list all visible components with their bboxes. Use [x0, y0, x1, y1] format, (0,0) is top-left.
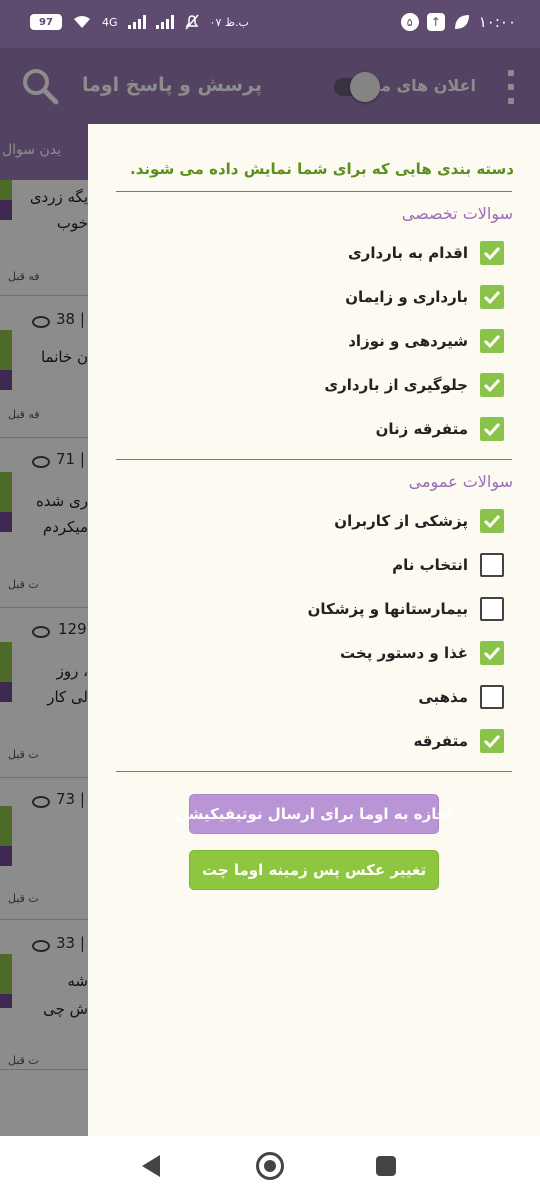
back-triangle-icon[interactable] [142, 1155, 160, 1177]
system-nav-bar [0, 1136, 540, 1200]
check-icon [483, 378, 501, 393]
signal-icon [127, 15, 146, 29]
category-drawer: دسته بندی هایی که برای شما نمایش داده می… [88, 124, 540, 1136]
wifi-icon [74, 16, 90, 28]
check-icon [483, 514, 501, 529]
checkbox[interactable] [480, 509, 504, 533]
status-bar: 97 4G ۰۷ ب.ظ ۵ ↑ ۱۰:۰۰ [0, 0, 540, 48]
category-checkbox-row[interactable]: پزشکی از کاربران [334, 505, 504, 537]
leaf-icon [454, 15, 469, 29]
checkbox[interactable] [480, 373, 504, 397]
checkbox-label: مذهبی [418, 688, 468, 706]
checkbox[interactable] [480, 597, 504, 621]
checkbox-label: شیردهی و نوزاد [348, 332, 468, 350]
allow-notification-button[interactable]: اجازه به اوما برای ارسال نوتیفیکیشن [175, 794, 453, 834]
battery-level: 97 [39, 16, 53, 28]
checkbox-label: بارداری و زایمان [345, 288, 468, 306]
check-icon [483, 422, 501, 437]
small-time: ۰۷ ب.ظ [209, 15, 249, 29]
home-circle-icon[interactable] [256, 1152, 284, 1180]
category-checkbox-row[interactable]: جلوگیری از بارداری [324, 369, 504, 401]
checkbox[interactable] [480, 553, 504, 577]
badge-count: ۵ [406, 15, 413, 29]
check-icon [483, 734, 501, 749]
upload-icon: ↑ [426, 13, 445, 31]
category-checkbox-row[interactable]: بیمارستانها و پزشکان [308, 593, 504, 625]
category-checkbox-row[interactable]: مذهبی [418, 681, 504, 713]
change-background-button[interactable]: تغییر عکس پس زمینه اوما چت [189, 850, 439, 890]
signal-2-icon [155, 15, 174, 29]
category-checkbox-row[interactable]: غذا و دستور پخت [340, 637, 504, 669]
section-title-general: سوالات عمومی [408, 472, 513, 491]
divider [116, 771, 512, 772]
checkbox[interactable] [480, 417, 504, 441]
checkbox[interactable] [480, 685, 504, 709]
category-checkbox-row[interactable]: متفرقه [414, 725, 504, 757]
checkbox-label: بیمارستانها و پزشکان [307, 600, 468, 618]
recent-square-icon[interactable] [376, 1156, 396, 1176]
checkbox[interactable] [480, 641, 504, 665]
battery-icon: 97 [30, 14, 62, 30]
checkbox-label: جلوگیری از بارداری [324, 376, 468, 394]
check-icon [483, 646, 501, 661]
checkbox-label: غذا و دستور پخت [340, 644, 468, 662]
check-icon [483, 246, 501, 261]
status-left: 97 4G ۰۷ ب.ظ [30, 14, 249, 30]
checkbox[interactable] [480, 241, 504, 265]
check-icon [483, 290, 501, 305]
category-checkbox-row[interactable]: شیردهی و نوزاد [348, 325, 504, 357]
category-checkbox-row[interactable]: بارداری و زایمان [345, 281, 504, 313]
checkbox-label: متفرقه [413, 732, 468, 750]
clock: ۱۰:۰۰ [478, 13, 516, 31]
checkbox-label: پزشکی از کاربران [334, 512, 468, 530]
category-checkbox-row[interactable]: اقدام به بارداری [348, 237, 504, 269]
checkbox[interactable] [480, 329, 504, 353]
status-right: ۵ ↑ ۱۰:۰۰ [400, 13, 516, 31]
drawer-heading: دسته بندی هایی که برای شما نمایش داده می… [130, 160, 514, 178]
checkbox[interactable] [480, 285, 504, 309]
notification-count-badge: ۵ [400, 13, 419, 31]
divider [116, 191, 512, 192]
category-checkbox-row[interactable]: انتخاب نام [392, 549, 504, 581]
mute-bell-icon [184, 14, 199, 30]
divider [116, 459, 512, 460]
checkbox[interactable] [480, 729, 504, 753]
category-checkbox-row[interactable]: متفرقه زنان [376, 413, 504, 445]
network-type: 4G [102, 15, 118, 29]
section-title-specialized: سوالات تخصصی [401, 204, 513, 223]
checkbox-label: متفرقه زنان [375, 420, 468, 438]
checkbox-label: انتخاب نام [392, 556, 468, 574]
check-icon [483, 334, 501, 349]
checkbox-label: اقدام به بارداری [347, 244, 468, 262]
